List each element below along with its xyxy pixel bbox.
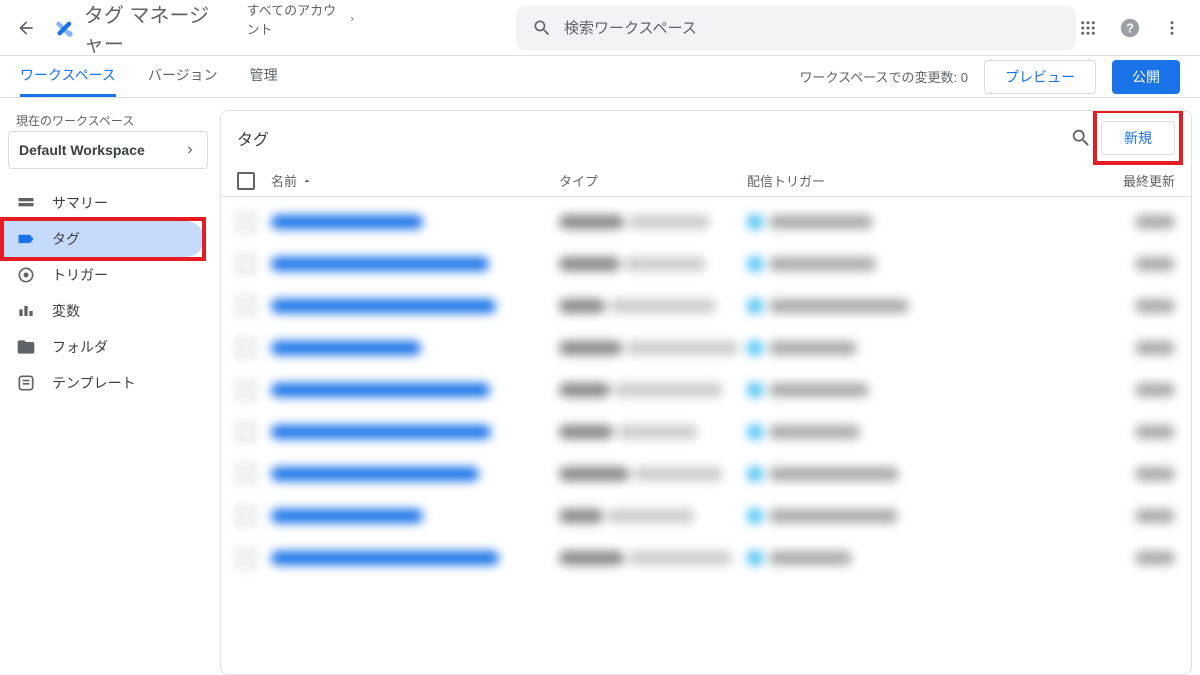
breadcrumb-text: すべてのアカウント bbox=[247, 0, 344, 38]
current-workspace-label: 現在のワークスペース bbox=[0, 106, 216, 131]
row-checkbox[interactable] bbox=[237, 255, 255, 273]
sidebar-item-label: サマリー bbox=[52, 193, 108, 213]
column-updated[interactable]: 最終更新 bbox=[1055, 171, 1175, 190]
app-title: タグ マネージャー bbox=[84, 0, 223, 57]
main-tabs: ワークスペース バージョン 管理 bbox=[20, 56, 278, 97]
table-columns: 名前 タイプ 配信トリガー 最終更新 bbox=[221, 165, 1191, 197]
column-name[interactable]: 名前 bbox=[271, 171, 551, 190]
table-rows-blurred bbox=[221, 197, 1191, 579]
sidebar-item-folders[interactable]: フォルダ bbox=[0, 329, 204, 365]
workspace-name: Default Workspace bbox=[19, 142, 145, 158]
variable-icon bbox=[16, 301, 36, 321]
chevron-right-icon bbox=[183, 143, 197, 157]
workspace-selector[interactable]: Default Workspace bbox=[8, 131, 208, 169]
apps-icon[interactable] bbox=[1076, 16, 1100, 40]
row-checkbox[interactable] bbox=[237, 423, 255, 441]
search-icon bbox=[532, 18, 552, 38]
svg-text:?: ? bbox=[1126, 20, 1134, 35]
table-row[interactable] bbox=[221, 369, 1191, 411]
sidebar-item-label: トリガー bbox=[52, 265, 108, 285]
preview-button[interactable]: プレビュー bbox=[984, 60, 1096, 94]
column-type[interactable]: タイプ bbox=[559, 171, 739, 190]
workspace-changes-text: ワークスペースでの変更数: 0 bbox=[799, 67, 968, 86]
chevron-right-icon bbox=[348, 14, 356, 24]
main-area: 現在のワークスペース Default Workspace サマリー タグ bbox=[0, 98, 1200, 675]
row-checkbox[interactable] bbox=[237, 339, 255, 357]
table-row[interactable] bbox=[221, 327, 1191, 369]
tab-admin[interactable]: 管理 bbox=[250, 56, 278, 97]
table-row[interactable] bbox=[221, 495, 1191, 537]
row-checkbox[interactable] bbox=[237, 213, 255, 231]
sidebar-nav: サマリー タグ トリガー 変数 bbox=[0, 185, 216, 401]
table-row[interactable] bbox=[221, 537, 1191, 579]
search-tags-icon[interactable] bbox=[1069, 126, 1093, 150]
search-box[interactable]: 検索ワークスペース bbox=[516, 6, 1076, 50]
table-row[interactable] bbox=[221, 285, 1191, 327]
tags-card: タグ 新規 名前 タイプ 配信トリガー bbox=[220, 110, 1192, 675]
trigger-icon bbox=[16, 265, 36, 285]
table-row[interactable] bbox=[221, 243, 1191, 285]
folder-icon bbox=[16, 337, 36, 357]
publish-button[interactable]: 公開 bbox=[1112, 60, 1180, 94]
sidebar-item-triggers[interactable]: トリガー bbox=[0, 257, 204, 293]
subheader: ワークスペース バージョン 管理 ワークスペースでの変更数: 0 プレビュー 公… bbox=[0, 56, 1200, 98]
subheader-actions: ワークスペースでの変更数: 0 プレビュー 公開 bbox=[799, 60, 1180, 94]
row-checkbox[interactable] bbox=[237, 549, 255, 567]
sort-asc-icon bbox=[301, 175, 313, 187]
table-row[interactable] bbox=[221, 201, 1191, 243]
column-trigger[interactable]: 配信トリガー bbox=[747, 171, 1047, 190]
card-header-actions: 新規 bbox=[1069, 121, 1175, 155]
row-checkbox[interactable] bbox=[237, 465, 255, 483]
summary-icon bbox=[16, 193, 36, 213]
help-icon[interactable]: ? bbox=[1118, 16, 1142, 40]
card-title: タグ bbox=[237, 126, 269, 150]
gtm-logo-icon bbox=[52, 14, 76, 42]
sidebar-item-summary[interactable]: サマリー bbox=[0, 185, 204, 221]
row-checkbox[interactable] bbox=[237, 381, 255, 399]
card-header: タグ 新規 bbox=[221, 111, 1191, 165]
sidebar-item-templates[interactable]: テンプレート bbox=[0, 365, 204, 401]
table-row[interactable] bbox=[221, 453, 1191, 495]
table-row[interactable] bbox=[221, 411, 1191, 453]
row-checkbox[interactable] bbox=[237, 297, 255, 315]
tag-icon bbox=[16, 229, 36, 249]
back-arrow-icon[interactable] bbox=[16, 16, 36, 40]
header-actions: ? bbox=[1076, 16, 1184, 40]
content-area: タグ 新規 名前 タイプ 配信トリガー bbox=[216, 98, 1200, 675]
sidebar-item-label: 変数 bbox=[52, 301, 80, 321]
more-vert-icon[interactable] bbox=[1160, 16, 1184, 40]
sidebar-item-tags[interactable]: タグ bbox=[0, 221, 204, 257]
new-tag-button[interactable]: 新規 bbox=[1101, 121, 1175, 155]
sidebar-item-label: フォルダ bbox=[52, 337, 108, 357]
tab-versions[interactable]: バージョン bbox=[148, 56, 218, 97]
search-placeholder: 検索ワークスペース bbox=[564, 17, 697, 38]
sidebar-item-label: タグ bbox=[52, 229, 80, 249]
sidebar-item-label: テンプレート bbox=[52, 373, 136, 393]
sidebar-item-variables[interactable]: 変数 bbox=[0, 293, 204, 329]
row-checkbox[interactable] bbox=[237, 507, 255, 525]
tab-workspace[interactable]: ワークスペース bbox=[20, 56, 116, 97]
breadcrumb[interactable]: すべてのアカウント bbox=[247, 0, 356, 38]
sidebar: 現在のワークスペース Default Workspace サマリー タグ bbox=[0, 98, 216, 675]
template-icon bbox=[16, 373, 36, 393]
select-all-checkbox[interactable] bbox=[237, 172, 255, 190]
app-header: タグ マネージャー すべてのアカウント 検索ワークスペース ? bbox=[0, 0, 1200, 56]
